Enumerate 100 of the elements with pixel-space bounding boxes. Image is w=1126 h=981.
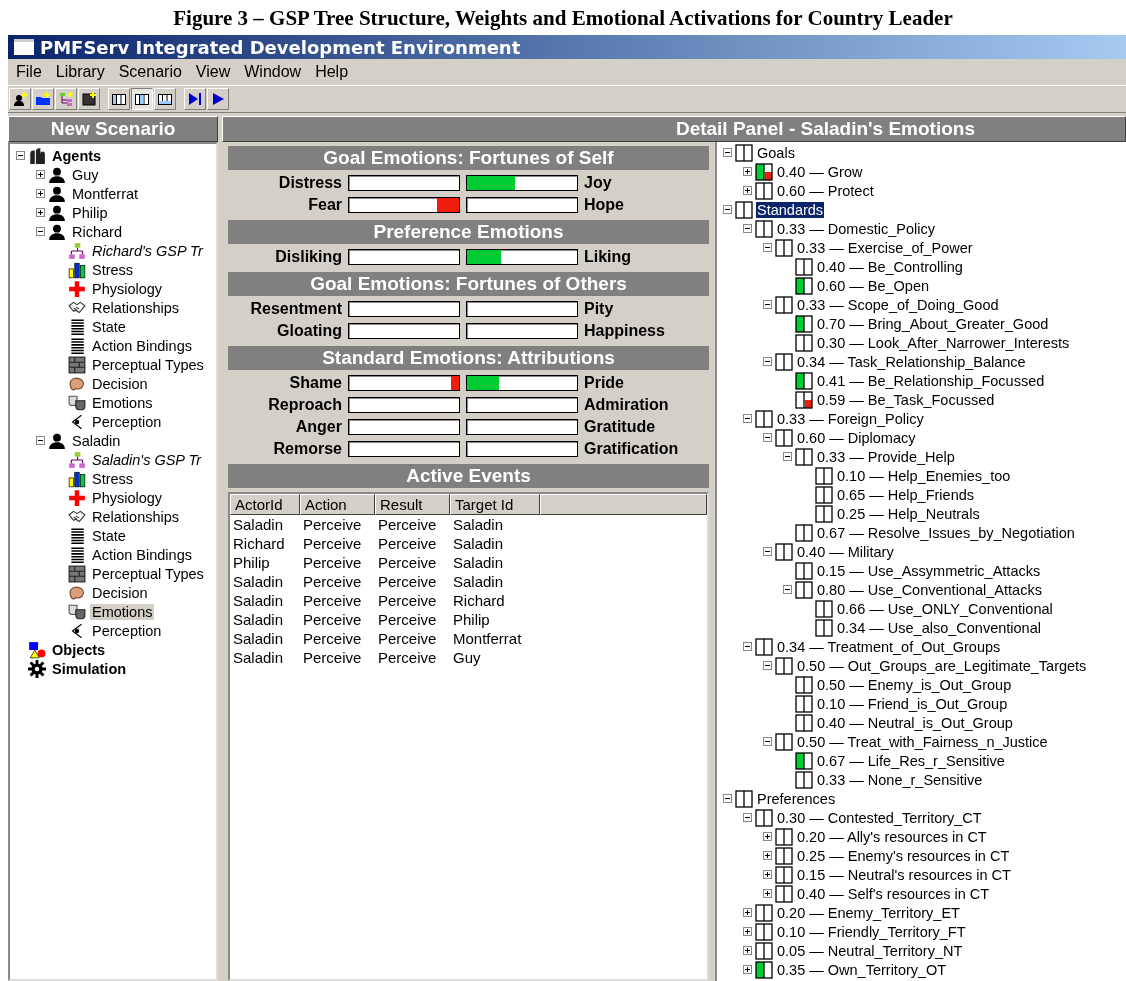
- tree-item[interactable]: 0.20 — Enemy_Territory_ET: [776, 904, 961, 921]
- tree-item[interactable]: 0.34 — Treatment_of_Out_Groups: [776, 638, 1002, 655]
- menu-item[interactable]: Window: [238, 61, 308, 83]
- menu-item[interactable]: View: [189, 61, 237, 83]
- tree-item[interactable]: 0.25 — Help_Neutrals: [836, 505, 981, 522]
- collapse-icon[interactable]: [763, 737, 772, 746]
- collapse-icon[interactable]: [763, 433, 772, 442]
- tree-item[interactable]: 0.80 — Use_Conventional_Attacks: [816, 581, 1043, 598]
- tree-item[interactable]: Stress: [90, 470, 136, 487]
- collapse-icon[interactable]: [723, 148, 732, 157]
- tree-item[interactable]: Emotions: [90, 603, 155, 620]
- tree-item[interactable]: 0.50 — Enemy_is_Out_Group: [816, 676, 1013, 693]
- tree-item[interactable]: Standards: [756, 201, 825, 218]
- collapse-icon[interactable]: [783, 452, 792, 461]
- tree-item[interactable]: 0.50 — Treat_with_Fairness_n_Justice: [796, 733, 1049, 750]
- tree-item[interactable]: Decision: [90, 375, 150, 392]
- tree-item[interactable]: Montferrat: [70, 185, 141, 202]
- collapse-icon[interactable]: [763, 300, 772, 309]
- tree-item[interactable]: 0.40 — Grow: [776, 163, 864, 180]
- tree-item[interactable]: 0.10 — Friendly_Territory_FT: [776, 923, 967, 940]
- step-icon[interactable]: [184, 88, 206, 110]
- play-icon[interactable]: [207, 88, 229, 110]
- collapse-icon[interactable]: [16, 151, 25, 160]
- expand-icon[interactable]: [743, 167, 752, 176]
- collapse-icon[interactable]: [36, 436, 45, 445]
- tree-item[interactable]: Relationships: [90, 299, 182, 316]
- tree-item[interactable]: 0.15 — Use_Assymmetric_Attacks: [816, 562, 1042, 579]
- tree-item[interactable]: 0.10 — Friend_is_Out_Group: [816, 695, 1009, 712]
- column-header[interactable]: Result: [375, 494, 450, 515]
- tree-item[interactable]: 0.33 — Foreign_Policy: [776, 410, 925, 427]
- expand-icon[interactable]: [743, 965, 752, 974]
- menu-item[interactable]: Help: [309, 61, 355, 83]
- collapse-icon[interactable]: [783, 585, 792, 594]
- tree-item[interactable]: 0.33 — Scope_of_Doing_Good: [796, 296, 1000, 313]
- expand-icon[interactable]: [763, 851, 772, 860]
- tree-item[interactable]: Stress: [90, 261, 136, 278]
- expand-icon[interactable]: [763, 889, 772, 898]
- collapse-icon[interactable]: [743, 224, 752, 233]
- tree-item[interactable]: Physiology: [90, 280, 165, 297]
- tree-item[interactable]: 0.33 — Exercise_of_Power: [796, 239, 974, 256]
- expand-icon[interactable]: [763, 832, 772, 841]
- tree-item[interactable]: 0.65 — Help_Friends: [836, 486, 975, 503]
- tree-item[interactable]: Action Bindings: [90, 337, 194, 354]
- tree-item[interactable]: State: [90, 318, 128, 335]
- tree-item[interactable]: 0.60 — Diplomacy: [796, 429, 917, 446]
- tree-item[interactable]: 0.40 — Self's resources in CT: [796, 885, 991, 902]
- add-person-icon[interactable]: [9, 88, 31, 110]
- tree-item[interactable]: Richard's GSP Tr: [90, 242, 205, 259]
- tree-item[interactable]: 0.60 — Protect: [776, 182, 875, 199]
- collapse-icon[interactable]: [763, 243, 772, 252]
- collapse-icon[interactable]: [763, 547, 772, 556]
- collapse-icon[interactable]: [763, 357, 772, 366]
- tree-item[interactable]: 0.35 — Own_Territory_OT: [776, 961, 948, 978]
- add-hierarchy-icon[interactable]: [55, 88, 77, 110]
- column-header[interactable]: Action: [300, 494, 375, 515]
- expand-icon[interactable]: [743, 908, 752, 917]
- tree-item[interactable]: Saladin: [70, 432, 123, 449]
- tree-item[interactable]: 0.05 — Neutral_Territory_NT: [776, 942, 964, 959]
- tree-item[interactable]: Simulation: [50, 660, 129, 677]
- tree-item[interactable]: Philip: [70, 204, 110, 221]
- expand-icon[interactable]: [36, 170, 45, 179]
- tree-item[interactable]: Perception: [90, 413, 164, 430]
- tree-item[interactable]: Objects: [50, 641, 108, 658]
- tree-item[interactable]: 0.40 — Be_Controlling: [816, 258, 964, 275]
- tree-item[interactable]: 0.33 — None_r_Sensitive: [816, 771, 984, 788]
- collapse-icon[interactable]: [723, 205, 732, 214]
- expand-icon[interactable]: [763, 870, 772, 879]
- tree-item[interactable]: Preferences: [756, 790, 837, 807]
- tree-item[interactable]: 0.25 — Enemy's resources in CT: [796, 847, 1011, 864]
- menu-item[interactable]: File: [10, 61, 48, 83]
- tree-item[interactable]: Goals: [756, 144, 796, 161]
- collapse-icon[interactable]: [743, 813, 752, 822]
- tree-item[interactable]: 0.70 — Bring_About_Greater_Good: [816, 315, 1050, 332]
- tree-item[interactable]: 0.50 — Out_Groups_are_Legitimate_Targets: [796, 657, 1088, 674]
- tree-item[interactable]: 0.59 — Be_Task_Focussed: [816, 391, 996, 408]
- collapse-icon[interactable]: [743, 642, 752, 651]
- tree-item[interactable]: Agents: [50, 147, 104, 164]
- expand-icon[interactable]: [743, 927, 752, 936]
- add-folder-icon[interactable]: [32, 88, 54, 110]
- tree-item[interactable]: 0.67 — Resolve_Issues_by_Negotiation: [816, 524, 1076, 541]
- tree-item[interactable]: Physiology: [90, 489, 165, 506]
- tree-item[interactable]: 0.30 — Look_After_Narrower_Interests: [816, 334, 1071, 351]
- collapse-icon[interactable]: [723, 794, 732, 803]
- tree-item[interactable]: 0.66 — Use_ONLY_Conventional: [836, 600, 1054, 617]
- tree-item[interactable]: Perceptual Types: [90, 356, 206, 373]
- tree-item[interactable]: 0.10 — Help_Enemies_too: [836, 467, 1012, 484]
- expand-icon[interactable]: [743, 186, 752, 195]
- tree-item[interactable]: 0.30 — Contested_Territory_CT: [776, 809, 983, 826]
- tree-item[interactable]: 0.41 — Be_Relationship_Focussed: [816, 372, 1046, 389]
- tree-item[interactable]: Perceptual Types: [90, 565, 206, 582]
- tree-item[interactable]: Guy: [70, 166, 101, 183]
- expand-icon[interactable]: [36, 189, 45, 198]
- tree-item[interactable]: Relationships: [90, 508, 182, 525]
- tree-item[interactable]: 0.60 — Be_Open: [816, 277, 931, 294]
- expand-icon[interactable]: [36, 208, 45, 217]
- tree-item[interactable]: 0.34 — Task_Relationship_Balance: [796, 353, 1027, 370]
- tree-item[interactable]: 0.33 — Domestic_Policy: [776, 220, 936, 237]
- collapse-icon[interactable]: [36, 227, 45, 236]
- columns-icon[interactable]: [131, 88, 153, 110]
- tree-item[interactable]: Action Bindings: [90, 546, 194, 563]
